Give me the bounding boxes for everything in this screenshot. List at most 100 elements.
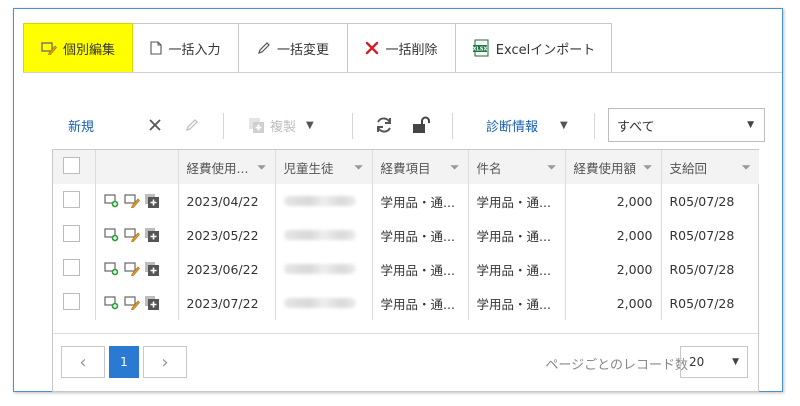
row-checkbox[interactable] [63,259,80,276]
refresh-icon [374,115,394,135]
diagnostic-label: 診断情報 [486,119,539,135]
toolbar-separator [352,113,353,139]
document-icon [150,41,163,55]
row-select-cell [53,286,96,320]
toolbar: 新規 複製 ▼ 診断情報 ▼ すべて ▼ [58,108,765,142]
copy-record-icon[interactable] [144,261,160,277]
column-header-label: 児童生徒 [283,160,334,176]
tab-bulk-delete[interactable]: 一括削除 [348,23,456,73]
filter-icon[interactable]: ⏷ [643,160,653,175]
table-row[interactable]: 2023/06/22 学用品・通... 学用品・通... 2,000 R05/07/28 [53,252,759,286]
tab-bulk-input[interactable]: 一括入力 [133,23,239,73]
new-button[interactable]: 新規 [68,109,94,141]
records-per-page-value: 20 [689,355,705,369]
column-header-label: 件名 [476,160,502,176]
column-header-label: 経費使用... [186,160,249,176]
cell-subject: 学用品・通... [468,252,566,286]
redacted-name [283,297,356,308]
delete-x-icon [365,41,379,55]
pencil-icon [257,41,271,55]
copy-record-icon[interactable] [144,295,160,311]
edit-record-icon[interactable] [123,296,140,310]
row-checkbox[interactable] [63,225,80,242]
copy-button[interactable]: 複製 ▼ [248,109,314,141]
chevron-down-icon[interactable]: ▼ [306,120,314,131]
filter-icon[interactable]: ⏷ [741,160,751,175]
pencil-icon [184,117,200,133]
cell-expense-item: 学用品・通... [372,252,469,286]
data-grid: 経費使用... ⏷ 児童生徒 ⏷ 経費項目 ⏷ 件名 ⏷ 経費使用額 ⏷ 支給回 ⏷ 202… [52,149,759,392]
filter-icon[interactable]: ⏷ [354,160,364,175]
table-row[interactable]: 2023/05/22 学用品・通... 学用品・通... 2,000 R05/07/28 [53,218,759,252]
filter-select[interactable]: すべて ▼ [608,108,765,142]
col-expense-item[interactable]: 経費項目 ⏷ [372,150,469,184]
row-actions-cell [95,252,179,286]
row-checkbox[interactable] [63,191,80,208]
cell-amount: 2,000 [565,184,662,218]
add-record-icon[interactable] [103,296,120,310]
row-checkbox[interactable] [63,293,80,310]
chevron-down-icon: ▼ [747,120,754,130]
copy-record-icon[interactable] [144,193,160,209]
page-number-button[interactable]: 1 [109,346,139,378]
records-per-page-label: ページごとのレコード数 [545,358,688,373]
redacted-name [283,229,356,240]
cell-student [275,218,373,252]
tab-excel-import[interactable]: XLSX Excelインポート [456,23,612,73]
edit-record-icon[interactable] [123,228,140,242]
table-row[interactable]: 2023/04/22 学用品・通... 学用品・通... 2,000 R05/07/28 [53,184,759,218]
redacted-name [283,263,356,274]
pager: ‹ 1 › ページごとのレコード数 20 ▼ [53,333,758,392]
row-select-cell [53,218,96,252]
toolbar-separator [223,113,224,139]
edit-record-icon[interactable] [123,194,140,208]
header-row: 経費使用... ⏷ 児童生徒 ⏷ 経費項目 ⏷ 件名 ⏷ 経費使用額 ⏷ 支給回 ⏷ [53,150,759,184]
filter-icon[interactable]: ⏷ [547,160,557,175]
copy-record-icon[interactable] [144,227,160,243]
col-student[interactable]: 児童生徒 ⏷ [275,150,373,184]
col-payment-round[interactable]: 支給回 ⏷ [661,150,759,184]
close-icon [148,118,162,132]
row-actions-cell [95,218,179,252]
select-all-checkbox[interactable] [63,157,80,174]
cell-amount: 2,000 [565,218,662,252]
column-header-label: 経費項目 [380,160,431,176]
next-page-button[interactable]: › [143,346,187,378]
chevron-left-icon: ‹ [79,351,87,373]
tab-label: 個別編集 [62,42,115,58]
cell-payment-round: R05/07/28 [669,193,735,209]
toolbar-separator [594,113,595,139]
cell-amount: 2,000 [565,252,662,286]
add-record-icon[interactable] [103,262,120,276]
cell-expense-item: 学用品・通... [372,218,469,252]
cell-amount: 2,000 [565,286,662,320]
filter-icon[interactable]: ⏷ [450,160,460,175]
cell-expense-item: 学用品・通... [372,184,469,218]
add-record-icon[interactable] [103,228,120,242]
col-amount[interactable]: 経費使用額 ⏷ [565,150,662,184]
diagnostic-info-dropdown[interactable]: 診断情報 ▼ [486,109,568,141]
cell-expense-date: 2023/04/22 [178,184,276,218]
col-subject[interactable]: 件名 ⏷ [468,150,566,184]
edit-record-icon[interactable] [123,262,140,276]
row-select-cell [53,252,96,286]
toolbar-separator [452,113,453,139]
edit-button[interactable] [184,109,200,141]
row-actions-cell [95,184,179,218]
cell-payment-round: R05/07/28 [669,227,735,243]
records-per-page-select[interactable]: 20 ▼ [680,346,748,378]
refresh-button[interactable] [374,109,394,141]
copy-label: 複製 [270,119,297,135]
add-record-icon[interactable] [103,194,120,208]
cell-subject: 学用品・通... [468,218,566,252]
filter-icon[interactable]: ⏷ [257,160,267,175]
tab-bulk-change[interactable]: 一括変更 [239,23,348,73]
table-row[interactable]: 2023/07/22 学用品・通... 学用品・通... 2,000 R05/07/28 [53,286,759,320]
prev-page-button[interactable]: ‹ [61,346,105,378]
delete-button[interactable] [148,109,162,141]
col-expense-date[interactable]: 経費使用... ⏷ [178,150,276,184]
tab-individual-edit[interactable]: 個別編集 [23,23,133,73]
edit-icon [41,41,57,55]
unlock-button[interactable] [411,109,431,141]
tab-bar: 個別編集 一括入力 一括変更 一括削除 XLSX Excelインポート [23,23,612,73]
